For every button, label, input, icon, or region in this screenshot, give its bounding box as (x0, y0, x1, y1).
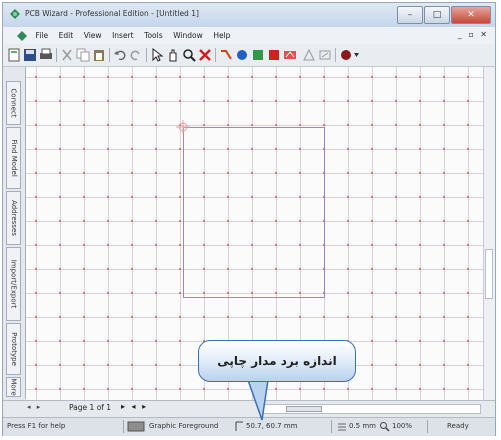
toolbar-separator (215, 48, 216, 62)
status-coordinates: 50.7, 60.7 mm (246, 422, 298, 430)
vertical-scrollbar[interactable] (483, 67, 495, 400)
menu-bar: File Edit View Insert Tools Window Help … (3, 27, 495, 44)
status-ready: Ready (447, 422, 469, 430)
pan-icon[interactable] (166, 48, 180, 62)
fill-icon[interactable] (267, 48, 281, 62)
window-title: PCB Wizard - Professional Edition - [Unt… (25, 9, 199, 18)
horizontal-scroll-thumb[interactable] (286, 406, 322, 412)
pad-icon[interactable] (235, 48, 249, 62)
horizontal-scrollbar[interactable] (261, 404, 481, 414)
menu-help[interactable]: Help (209, 27, 234, 44)
callout-text: اندازه برد مدار چاپی (217, 354, 337, 368)
maximize-button[interactable]: □ (424, 6, 450, 24)
status-zoom[interactable]: 100% (392, 422, 412, 430)
delete-icon[interactable] (198, 48, 212, 62)
side-tab-import-export[interactable]: Import/Export (6, 247, 21, 321)
toolbar-separator (109, 48, 110, 62)
status-bar: Press F1 for help Graphic Foreground 50.… (3, 417, 495, 436)
status-separator (331, 420, 332, 433)
side-tab-find-model[interactable]: Find Model (6, 127, 21, 189)
select-icon[interactable] (150, 48, 164, 62)
menu-insert[interactable]: Insert (108, 27, 138, 44)
layer-icon (127, 421, 145, 432)
pcb-board-outline[interactable] (183, 127, 325, 298)
zoom-icon[interactable] (182, 48, 196, 62)
side-tab-connect[interactable]: Connect (6, 81, 21, 125)
origin-marker-icon (176, 120, 190, 134)
side-tab-panel: Connect Find Model Addresses Import/Expo… (3, 67, 26, 399)
status-help: Press F1 for help (7, 422, 66, 430)
toolbar-separator (56, 48, 57, 62)
board-size-callout: اندازه برد مدار چاپی (198, 340, 356, 382)
measure-icon[interactable] (302, 48, 316, 62)
copy-icon[interactable] (76, 48, 90, 62)
menu-file[interactable]: File (32, 27, 53, 44)
side-tab-addresses[interactable]: Addresses (6, 191, 21, 245)
component-icon[interactable] (251, 48, 265, 62)
page-nav-buttons[interactable]: ▸ ◂ ▸ (121, 402, 148, 411)
status-grid[interactable]: 0.5 mm (349, 422, 376, 430)
side-tab-prototype[interactable]: Prototype (6, 323, 21, 375)
label-icon[interactable] (318, 48, 332, 62)
track-icon[interactable] (219, 48, 233, 62)
grid-icon (338, 423, 346, 431)
toolbar-separator (335, 48, 336, 62)
page-indicator: Page 1 of 1 (69, 403, 112, 412)
menu-tools[interactable]: Tools (140, 27, 166, 44)
title-bar[interactable]: PCB Wizard - Professional Edition - [Unt… (3, 3, 495, 27)
vertical-scroll-thumb[interactable] (485, 249, 493, 299)
status-separator (123, 420, 124, 433)
page-navigation-bar: ◂ ▸ Page 1 of 1 ▸ ◂ ▸ (3, 400, 495, 417)
cut-icon[interactable] (60, 48, 74, 62)
menu-edit[interactable]: Edit (55, 27, 78, 44)
text-icon[interactable] (283, 48, 297, 62)
zoom-status-icon (380, 422, 390, 432)
main-toolbar (3, 44, 495, 67)
toolbar-separator (146, 48, 147, 62)
paste-icon[interactable] (92, 48, 106, 62)
menu-window[interactable]: Window (169, 27, 207, 44)
new-icon[interactable] (7, 48, 21, 62)
board-icon[interactable] (339, 48, 361, 62)
page-scroll-arrows[interactable]: ◂ ▸ (27, 403, 42, 411)
save-icon[interactable] (23, 48, 37, 62)
status-layer[interactable]: Graphic Foreground (149, 422, 218, 430)
minimize-button[interactable]: – (397, 6, 423, 24)
side-tab-more[interactable]: More (6, 377, 21, 397)
document-window-controls[interactable]: _ ▫ ✕ (458, 30, 489, 39)
undo-icon[interactable] (113, 48, 127, 62)
menu-view[interactable]: View (80, 27, 106, 44)
redo-icon[interactable] (129, 48, 143, 62)
close-button[interactable]: ✕ (451, 6, 491, 24)
print-icon[interactable] (39, 48, 53, 62)
status-separator (427, 420, 428, 433)
cursor-position-icon (235, 421, 243, 431)
window-controls: – □ ✕ (397, 6, 491, 24)
document-icon (17, 30, 27, 41)
app-logo-icon (10, 9, 20, 19)
